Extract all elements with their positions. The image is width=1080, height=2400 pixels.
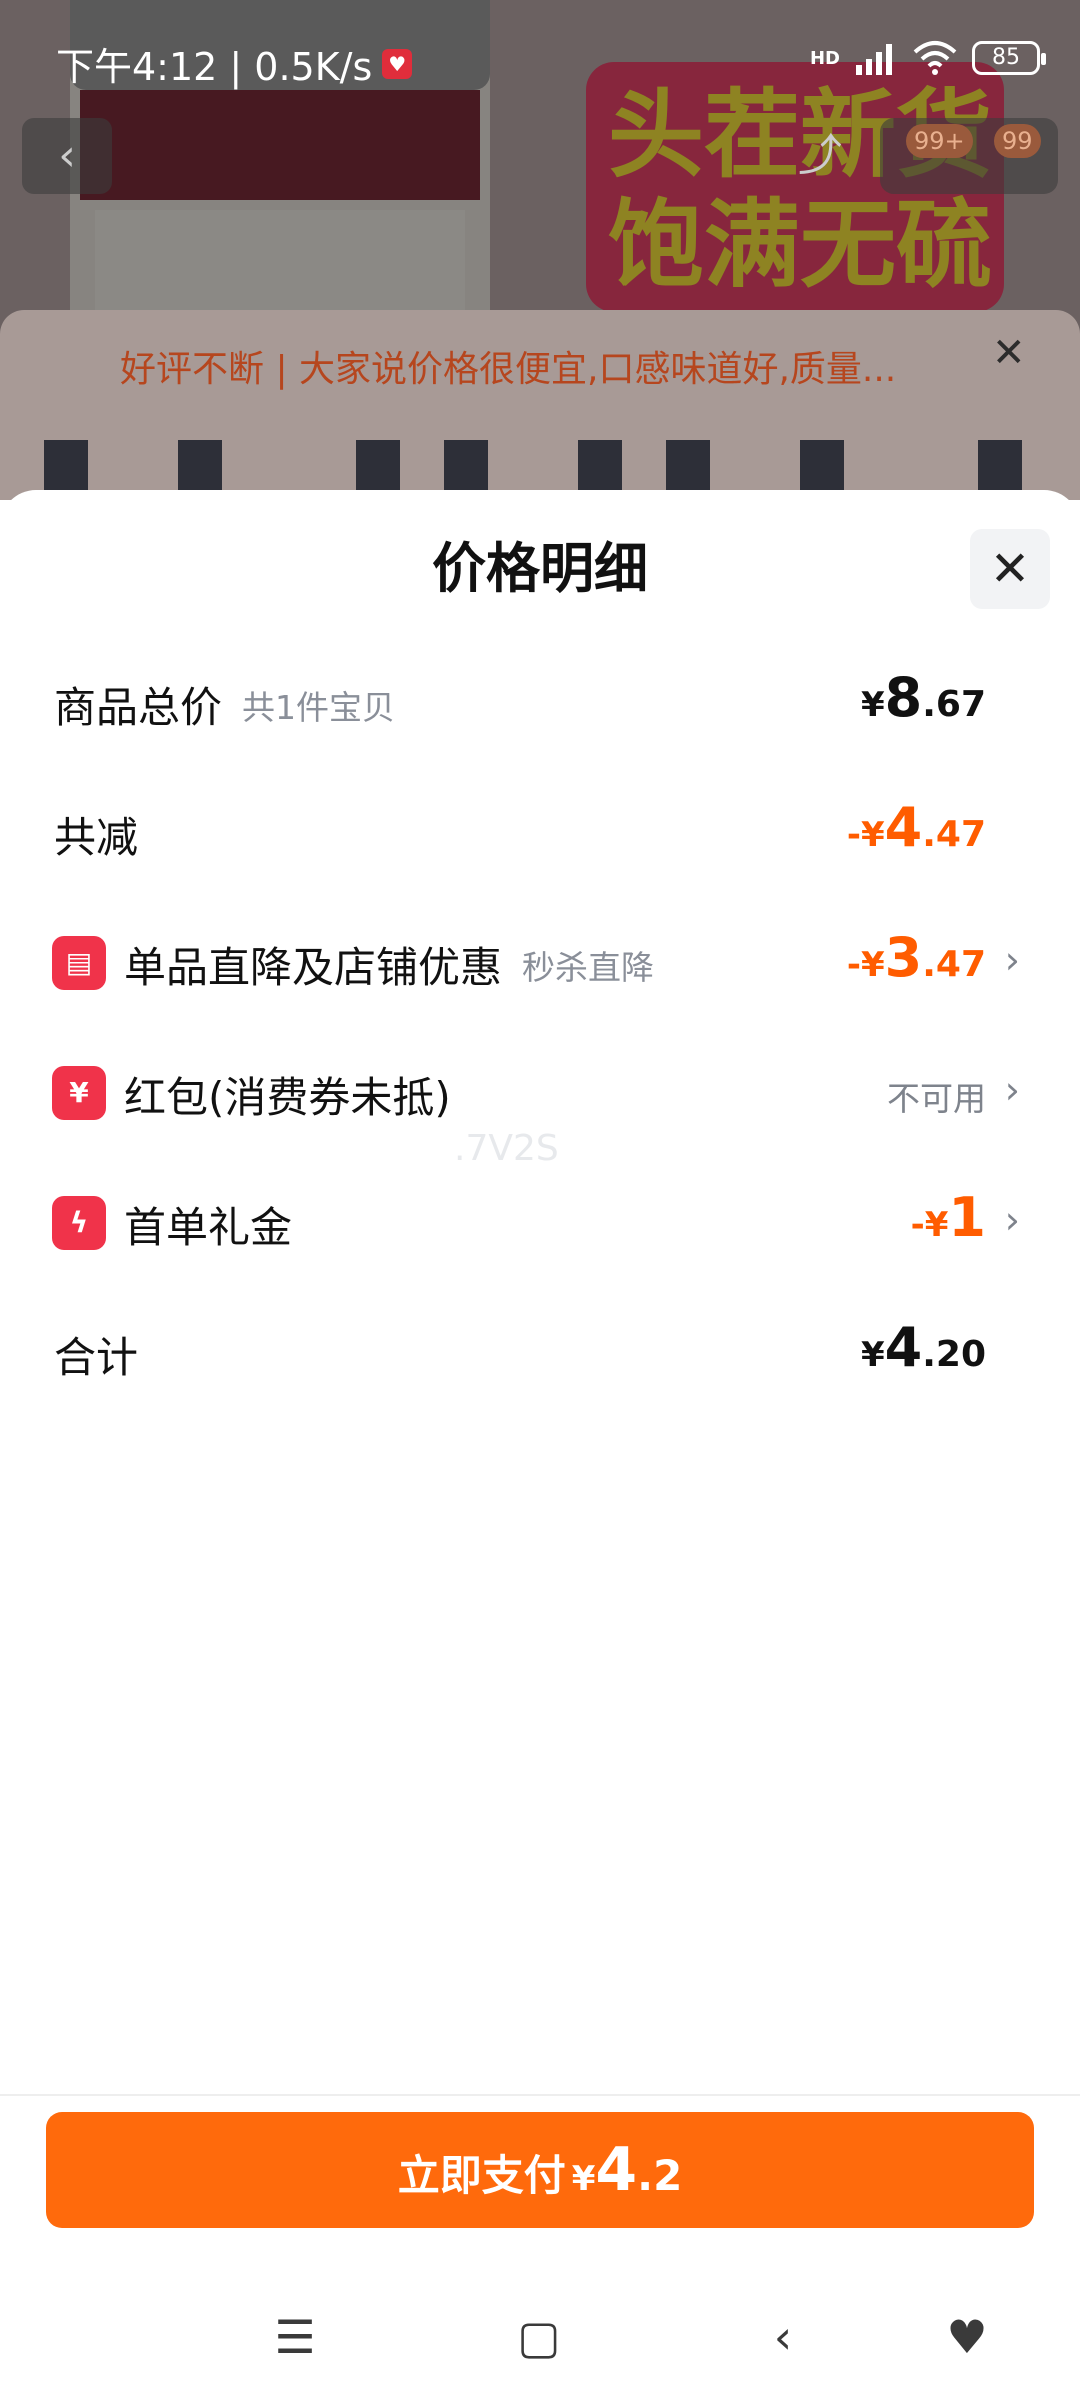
row-label: 红包(消费券未抵) xyxy=(124,1073,451,1122)
row-sublabel: 秒杀直降 xyxy=(522,947,655,987)
back-button[interactable]: ‹ xyxy=(22,118,112,194)
message-badge: 99+ xyxy=(906,124,973,158)
row-value: -¥4.47 xyxy=(846,796,986,859)
red-packet-icon: ¥ xyxy=(52,1066,106,1120)
thumbnail xyxy=(44,440,88,492)
row-grand-total: 合计 ¥4.20 xyxy=(0,1304,1080,1394)
footer-divider xyxy=(0,2094,1080,2096)
share-button[interactable]: ⤴ xyxy=(780,118,860,194)
row-label: 共减 xyxy=(54,813,139,862)
thumbnail xyxy=(978,440,1022,492)
home-icon[interactable]: ▢ xyxy=(504,2302,574,2372)
thumbnail xyxy=(800,440,844,492)
menu-icon[interactable]: ☰ xyxy=(260,2302,330,2372)
battery-icon: 85 xyxy=(972,41,1046,75)
review-close-icon[interactable]: ✕ xyxy=(992,330,1026,376)
thumbnail xyxy=(578,440,622,492)
row-label: 首单礼金 xyxy=(124,1203,293,1252)
back-arrow-icon: ‹ xyxy=(58,130,76,181)
status-bar: 下午4:12 | 0.5K/s ♥ HD 85 xyxy=(0,0,1080,100)
chevron-right-icon: › xyxy=(1004,938,1020,982)
row-red-packet[interactable]: ¥ 红包(消费券未抵) 不可用 › xyxy=(0,1044,1080,1134)
thumbnail xyxy=(666,440,710,492)
watermark: .7V2S xyxy=(454,1128,559,1169)
close-button[interactable]: ✕ xyxy=(970,529,1050,609)
row-total-discount: 共减 -¥4.47 xyxy=(0,784,1080,874)
share-icon: ⤴ xyxy=(798,130,842,181)
signal-icon xyxy=(856,44,892,75)
back-icon[interactable]: ‹ xyxy=(748,2302,818,2372)
row-goods-total: 商品总价 共1件宝贝 ¥8.67 xyxy=(0,654,1080,744)
wifi-icon xyxy=(913,41,957,75)
assistant-icon[interactable]: ♥ xyxy=(932,2302,1002,2372)
status-time: 下午4:12 | 0.5K/s xyxy=(56,45,373,89)
row-value: -¥3.47 xyxy=(846,926,986,989)
chevron-right-icon: › xyxy=(1004,1198,1020,1242)
close-icon: ✕ xyxy=(989,541,1031,597)
row-sublabel: 共1件宝贝 xyxy=(242,687,396,727)
pay-now-button[interactable]: 立即支付 ¥4.2 xyxy=(46,2112,1034,2228)
row-label: 合计 xyxy=(54,1333,139,1382)
app-notification-icon: ♥ xyxy=(382,48,413,79)
row-value: 不可用 xyxy=(887,1079,986,1118)
review-text: 好评不断 | 大家说价格很便宜,口感味道好,质量... xyxy=(120,349,897,390)
sheet-title: 价格明细 xyxy=(432,537,648,600)
cart-badge: 99 xyxy=(994,124,1041,158)
row-value: -¥1 xyxy=(910,1186,986,1249)
row-item-discount[interactable]: ▤ 单品直降及店铺优惠 秒杀直降 -¥3.47 › xyxy=(0,914,1080,1004)
lightning-icon: ϟ xyxy=(52,1196,106,1250)
hd-indicator: HD xyxy=(809,47,840,69)
thumbnail xyxy=(178,440,222,492)
store-icon: ▤ xyxy=(52,936,106,990)
row-label: 单品直降及店铺优惠 xyxy=(124,943,503,992)
row-first-order-gift[interactable]: ϟ 首单礼金 -¥1 › xyxy=(0,1174,1080,1264)
chevron-right-icon: › xyxy=(1004,1068,1020,1112)
row-value: ¥8.67 xyxy=(860,666,986,729)
row-value: ¥4.20 xyxy=(860,1316,986,1379)
thumbnail xyxy=(356,440,400,492)
thumbnail xyxy=(444,440,488,492)
row-label: 商品总价 xyxy=(54,683,223,732)
